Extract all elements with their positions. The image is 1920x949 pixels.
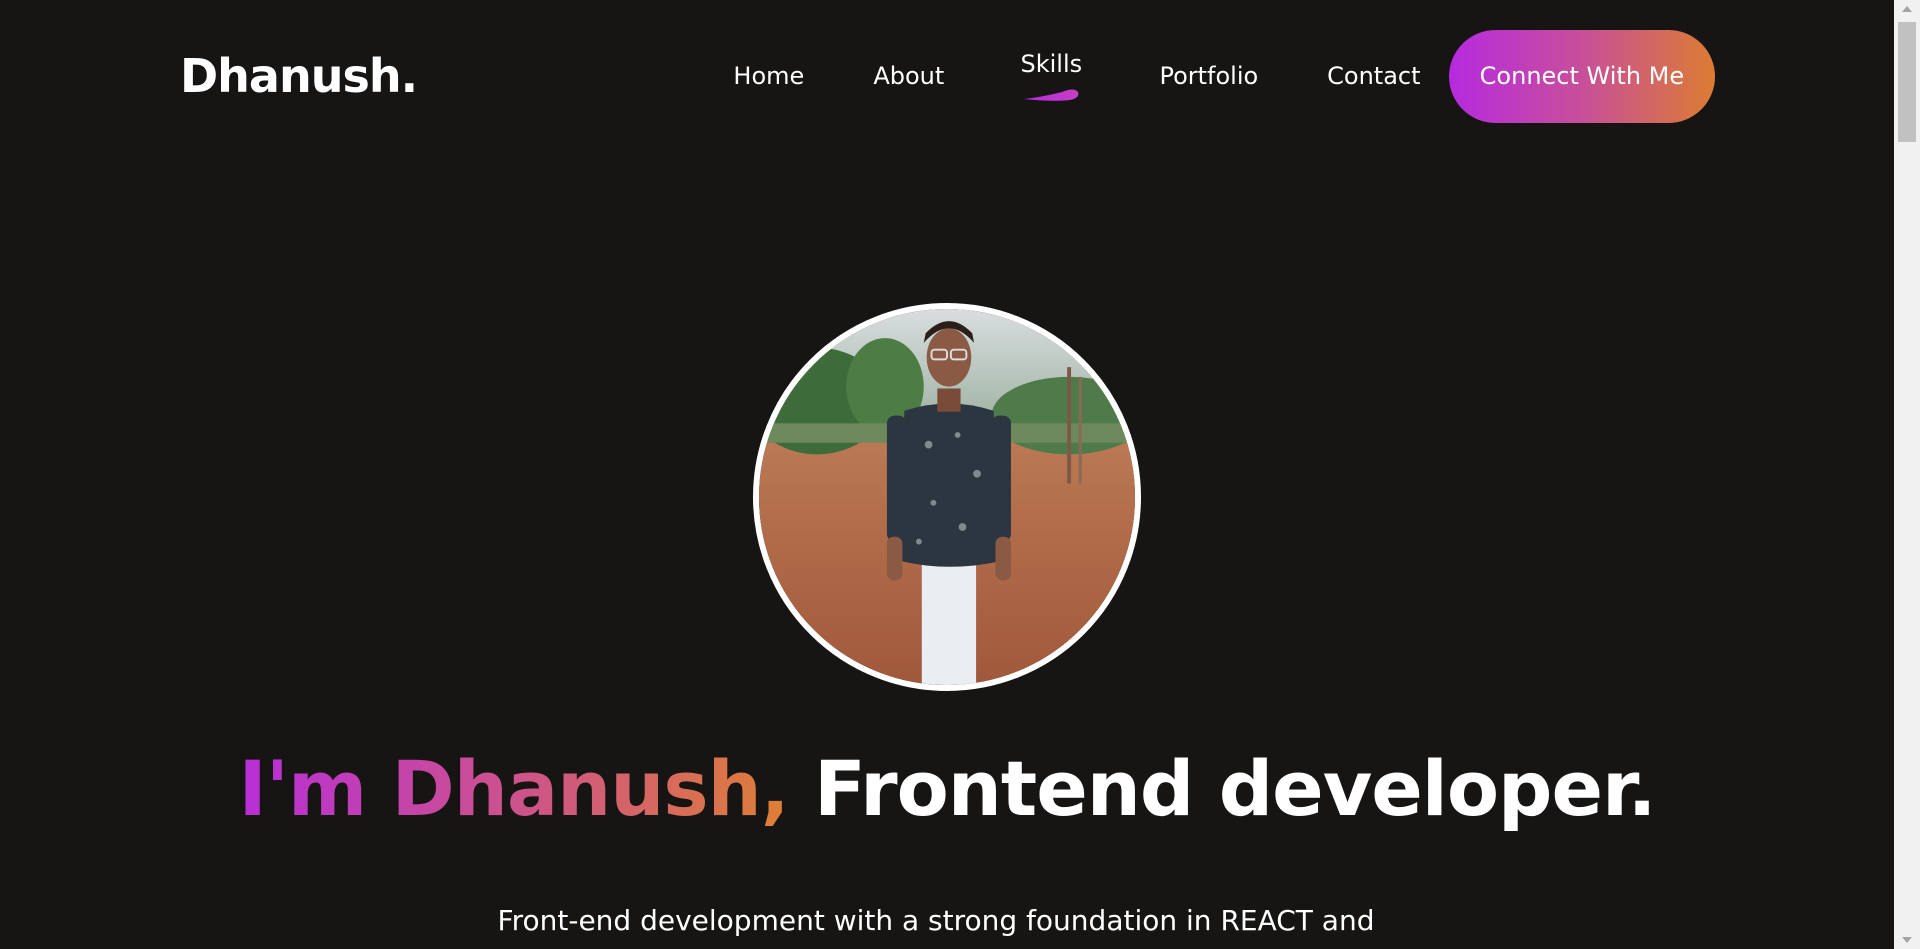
logo[interactable]: Dhanush.	[180, 49, 478, 103]
connect-button[interactable]: Connect With Me	[1448, 29, 1715, 123]
avatar	[753, 303, 1141, 691]
hero-subtitle: Front-end development with a strong foun…	[497, 904, 1375, 937]
profile-photo	[759, 309, 1135, 685]
hero-headline: I'm Dhanush, Frontend developer.	[0, 744, 1894, 833]
nav-item-portfolio[interactable]: Portfolio	[1119, 62, 1299, 90]
scroll-down-icon[interactable]	[1902, 937, 1912, 943]
nav-item-about[interactable]: About	[834, 62, 984, 90]
portfolio-page: Dhanush. Home About Skills Portfolio Con…	[0, 0, 1920, 949]
scroll-up-icon[interactable]	[1902, 6, 1912, 12]
nav-item-skills-label: Skills	[1020, 50, 1083, 78]
nav-links: Home About Skills Portfolio Contact	[704, 50, 1449, 101]
headline-role: Frontend developer.	[814, 744, 1656, 833]
navbar: Dhanush. Home About Skills Portfolio Con…	[0, 0, 1894, 152]
nav-item-contact[interactable]: Contact	[1299, 62, 1449, 90]
nav-item-skills[interactable]: Skills	[984, 50, 1119, 101]
headline-name: I'm Dhanush,	[238, 744, 789, 833]
nav-item-home[interactable]: Home	[704, 62, 834, 90]
scroll-thumb[interactable]	[1898, 22, 1916, 142]
scrollbar[interactable]	[1894, 0, 1920, 949]
brush-stroke-icon	[1024, 89, 1079, 101]
